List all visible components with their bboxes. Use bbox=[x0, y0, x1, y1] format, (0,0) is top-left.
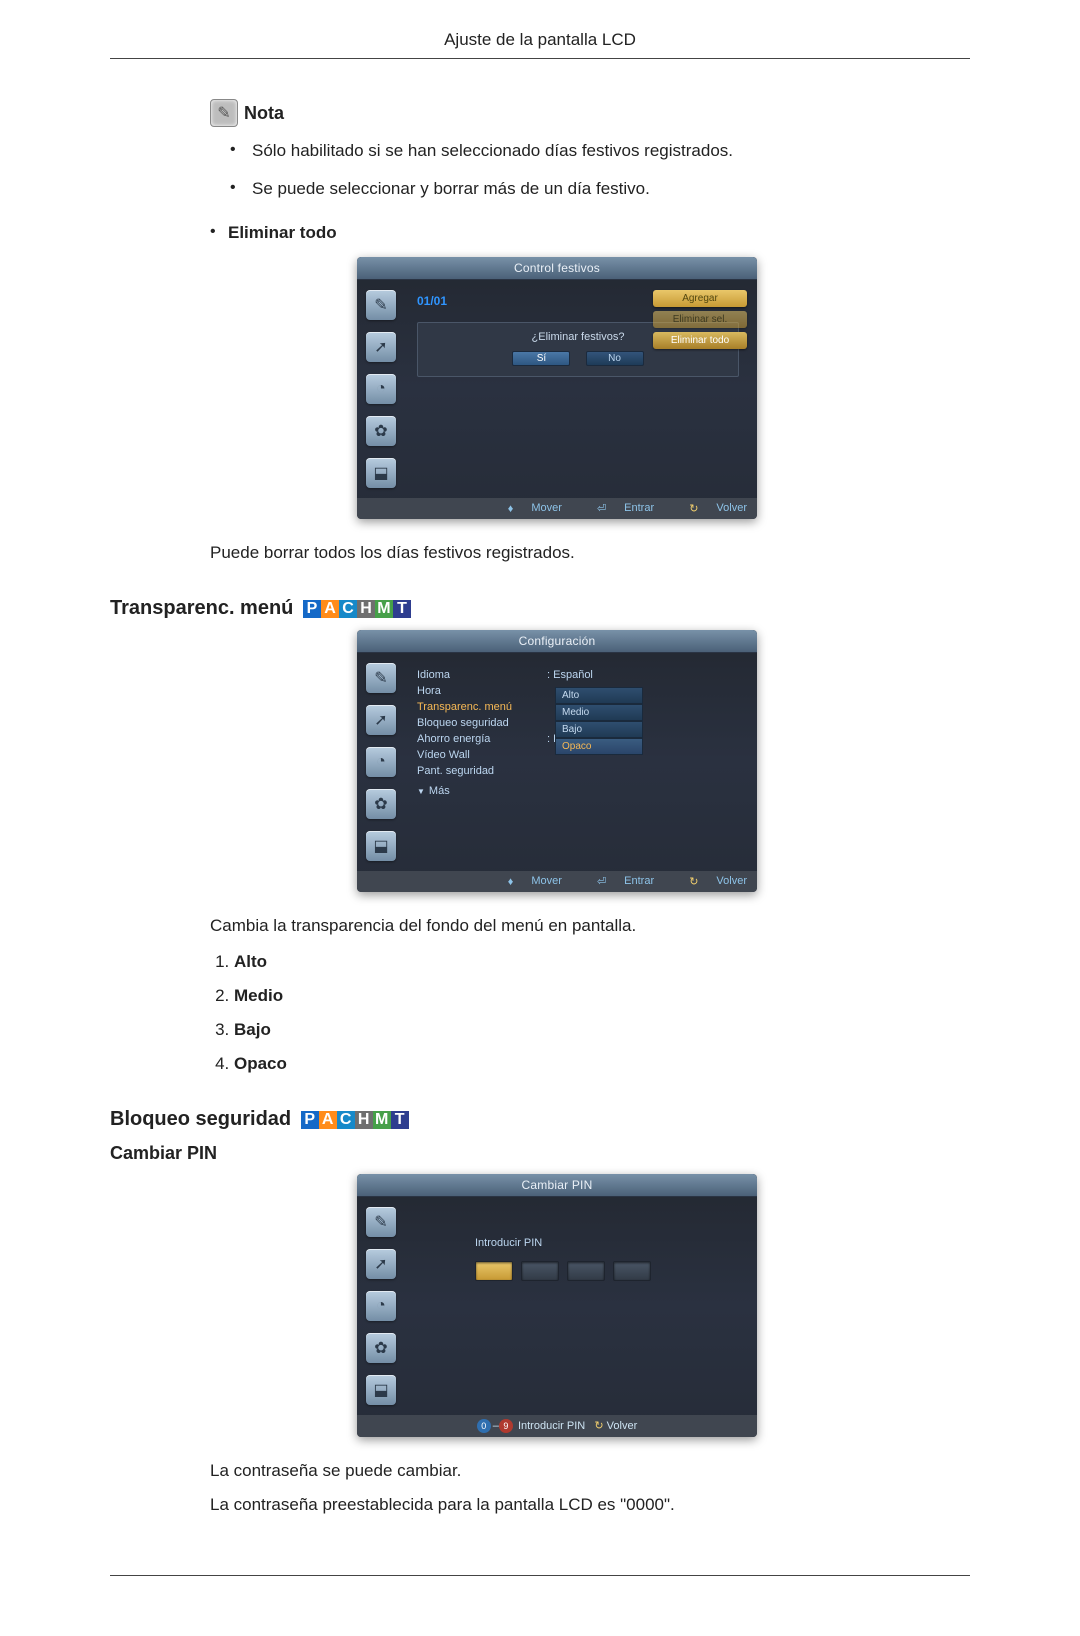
mas-row[interactable]: ▼Más bbox=[409, 785, 747, 797]
opt-opaco[interactable]: Opaco bbox=[555, 738, 643, 755]
gear-icon[interactable]: ✿ bbox=[366, 416, 396, 446]
eliminar-todo-button[interactable]: Eliminar todo bbox=[653, 332, 747, 349]
cfg-video[interactable]: Vídeo Wall bbox=[417, 749, 547, 761]
introducir-pin-label: Introducir PIN bbox=[475, 1237, 542, 1249]
osd-control-festivos: Control festivos ✎ ➚ ◔ ✿ ⬓ 01/01 Agregar… bbox=[357, 257, 757, 519]
pachmt-badge: PACHMT bbox=[301, 1111, 409, 1129]
bloqueo-heading: Bloqueo seguridad PACHMT bbox=[110, 1108, 970, 1131]
num-icon: 9 bbox=[499, 1419, 513, 1433]
cfg-idioma-val: Español bbox=[547, 669, 593, 681]
eliminar-todo-label: Eliminar todo bbox=[228, 223, 337, 242]
cfg-ahorro[interactable]: Ahorro energía bbox=[417, 733, 547, 745]
opt-medio[interactable]: Medio bbox=[555, 704, 643, 721]
chart-icon[interactable]: ⬓ bbox=[366, 1375, 396, 1405]
page-header: Ajuste de la pantalla LCD bbox=[110, 30, 970, 58]
transparenc-caption: Cambia la transparencia del fondo del me… bbox=[210, 916, 970, 936]
eliminar-sel-button[interactable]: Eliminar sel. bbox=[653, 311, 747, 328]
chart-icon[interactable]: ⬓ bbox=[366, 458, 396, 488]
osd-cambiar-pin: Cambiar PIN ✎ ➚ ◔ ✿ ⬓ Introducir PIN bbox=[357, 1174, 757, 1437]
note-item: Sólo habilitado si se han seleccionado d… bbox=[230, 141, 970, 161]
osd-title: Configuración bbox=[357, 630, 757, 653]
cfg-bloqueo[interactable]: Bloqueo seguridad bbox=[417, 717, 547, 729]
eliminar-bullet: Eliminar todo bbox=[210, 223, 970, 243]
circle-icon[interactable]: ◔ bbox=[366, 374, 396, 404]
note-list: Sólo habilitado si se han seleccionado d… bbox=[230, 141, 970, 199]
cfg-transparenc[interactable]: Transparenc. menú bbox=[417, 701, 547, 713]
num-icon: 0 bbox=[477, 1419, 491, 1433]
transparenc-heading: Transparenc. menú PACHMT bbox=[110, 597, 970, 620]
arrow-icon[interactable]: ➚ bbox=[366, 332, 396, 362]
osd-title: Cambiar PIN bbox=[357, 1174, 757, 1197]
dialog-yes-button[interactable]: Sí bbox=[512, 351, 570, 366]
transparency-options: Alto Medio Bajo Opaco bbox=[555, 687, 643, 755]
pin-text-1: La contraseña se puede cambiar. bbox=[210, 1461, 970, 1481]
cfg-pant[interactable]: Pant. seguridad bbox=[417, 765, 547, 777]
pin-box-3[interactable] bbox=[567, 1261, 605, 1281]
note-row: ✎ Nota bbox=[210, 99, 970, 127]
osd-footer: ♦Mover ⏎Entrar ↻Volver bbox=[357, 498, 757, 519]
cambiar-pin-heading: Cambiar PIN bbox=[110, 1143, 970, 1164]
cfg-idioma[interactable]: Idioma bbox=[417, 669, 547, 681]
note-icon: ✎ bbox=[210, 99, 238, 127]
note-label: Nota bbox=[244, 103, 284, 124]
footer-divider bbox=[110, 1575, 970, 1576]
header-divider bbox=[110, 58, 970, 59]
dialog-no-button[interactable]: No bbox=[586, 351, 644, 366]
cfg-hora[interactable]: Hora bbox=[417, 685, 547, 697]
pin-input-boxes[interactable] bbox=[475, 1261, 651, 1281]
list-opaco: Opaco bbox=[234, 1054, 287, 1073]
agregar-button[interactable]: Agregar bbox=[653, 290, 747, 307]
brush-icon[interactable]: ✎ bbox=[366, 1207, 396, 1237]
pin-text-2: La contraseña preestablecida para la pan… bbox=[210, 1495, 970, 1515]
note-item: Se puede seleccionar y borrar más de un … bbox=[230, 179, 970, 199]
gear-icon[interactable]: ✿ bbox=[366, 789, 396, 819]
osd-configuracion: Configuración ✎ ➚ ◔ ✿ ⬓ IdiomaEspañol Ho… bbox=[357, 630, 757, 892]
opt-bajo[interactable]: Bajo bbox=[555, 721, 643, 738]
pin-box-1[interactable] bbox=[475, 1261, 513, 1281]
osd-footer: 0–9 Introducir PIN ↻ Volver bbox=[357, 1415, 757, 1437]
list-medio: Medio bbox=[234, 986, 283, 1005]
brush-icon[interactable]: ✎ bbox=[366, 663, 396, 693]
osd-title: Control festivos bbox=[357, 257, 757, 280]
opt-alto[interactable]: Alto bbox=[555, 687, 643, 704]
gear-icon[interactable]: ✿ bbox=[366, 1333, 396, 1363]
osd-sidebar: ✎ ➚ ◔ ✿ ⬓ bbox=[357, 653, 405, 871]
arrow-icon[interactable]: ➚ bbox=[366, 1249, 396, 1279]
transparency-numbered-list: Alto Medio Bajo Opaco bbox=[210, 952, 970, 1074]
list-alto: Alto bbox=[234, 952, 267, 971]
pin-box-2[interactable] bbox=[521, 1261, 559, 1281]
pin-box-4[interactable] bbox=[613, 1261, 651, 1281]
circle-icon[interactable]: ◔ bbox=[366, 747, 396, 777]
osd-sidebar: ✎ ➚ ◔ ✿ ⬓ bbox=[357, 1197, 405, 1415]
chart-icon[interactable]: ⬓ bbox=[366, 831, 396, 861]
osd-sidebar: ✎ ➚ ◔ ✿ ⬓ bbox=[357, 280, 405, 498]
list-bajo: Bajo bbox=[234, 1020, 271, 1039]
osd-footer: ♦Mover ⏎Entrar ↻Volver bbox=[357, 871, 757, 892]
brush-icon[interactable]: ✎ bbox=[366, 290, 396, 320]
circle-icon[interactable]: ◔ bbox=[366, 1291, 396, 1321]
eliminar-caption: Puede borrar todos los días festivos reg… bbox=[210, 543, 970, 563]
arrow-icon[interactable]: ➚ bbox=[366, 705, 396, 735]
pachmt-badge: PACHMT bbox=[303, 600, 411, 618]
